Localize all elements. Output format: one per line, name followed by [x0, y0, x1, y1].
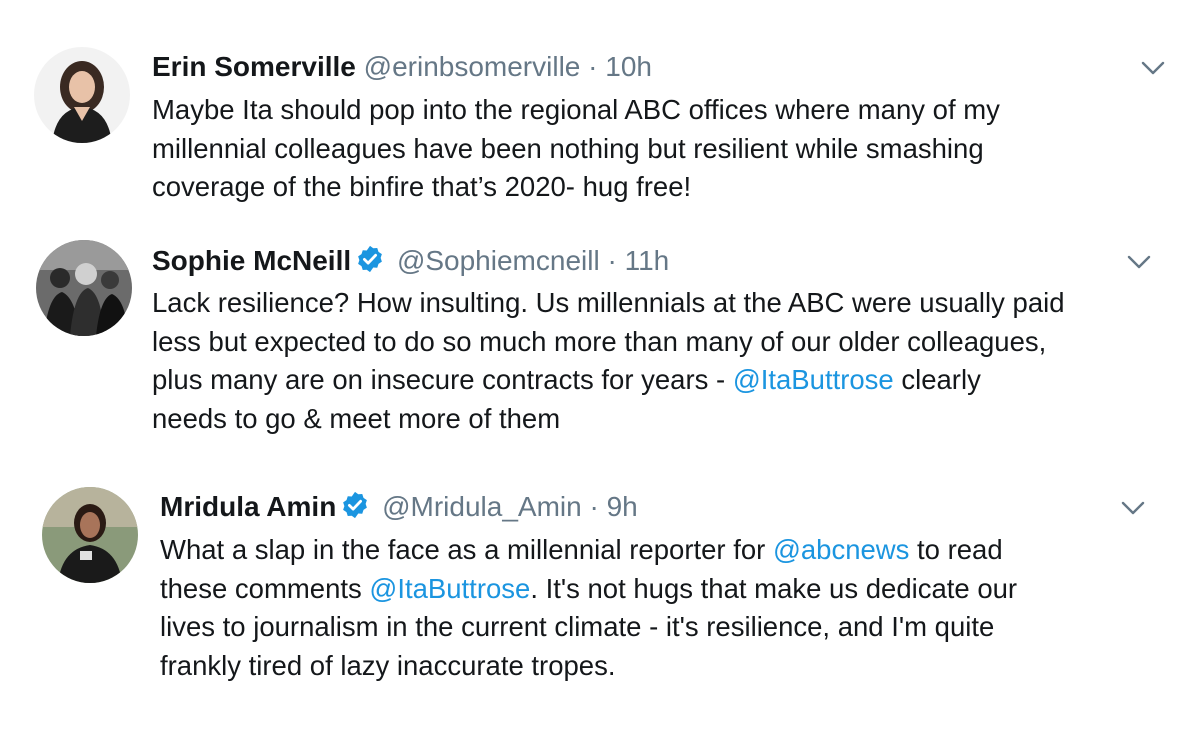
tweet-text: Maybe Ita should pop into the regional A… — [152, 91, 1000, 207]
tweet-text-line: coverage of the binfire that’s 2020- hug… — [152, 171, 692, 202]
tweet-text-segment: these comments — [160, 572, 370, 604]
avatar[interactable] — [42, 487, 138, 583]
separator: · — [607, 245, 617, 276]
tweet-text-segment: What a slap in the face as a millennial … — [160, 534, 773, 565]
tweet-text-segment: . It's not hugs that make us dedicate ou… — [530, 572, 1018, 604]
tweet-text-line: these comments @ItaButtrose. It's not hu… — [160, 570, 1017, 609]
tweet-text-line: less but expected to do so much more tha… — [152, 325, 1047, 357]
separator: · — [588, 51, 598, 82]
tweet-text-line: plus many are on insecure contracts for … — [152, 361, 1065, 400]
display-name[interactable]: Mridula Amin — [160, 491, 336, 522]
mention-link[interactable]: @abcnews — [773, 534, 909, 565]
display-name[interactable]: Sophie McNeill — [152, 245, 351, 276]
verified-badge-icon — [340, 490, 370, 528]
tweet-text-line: millennial colleagues have been nothing … — [152, 132, 984, 164]
user-handle[interactable]: @Mridula_Amin — [382, 491, 582, 522]
tweet-text-line: What a slap in the face as a millennial … — [160, 531, 1017, 570]
tweet-text-segment: to read — [909, 534, 1003, 565]
tweet-text-segment: clearly — [893, 364, 981, 395]
tweet-header: Erin Somerville @erinbsomerville · 10h — [152, 50, 652, 84]
tweet-text-line: Lack resilience? How insulting. Us mille… — [152, 287, 1065, 318]
display-name[interactable]: Erin Somerville — [152, 51, 356, 82]
chevron-down-icon[interactable] — [1140, 60, 1166, 76]
chevron-down-icon[interactable] — [1120, 500, 1146, 516]
mention-link[interactable]: @ItaButtrose — [733, 364, 894, 395]
tweet-header: Sophie McNeill @Sophiemcneill · 11h — [152, 244, 669, 282]
user-handle[interactable]: @Sophiemcneill — [397, 245, 600, 276]
tweet-text: Lack resilience? How insulting. Us mille… — [152, 284, 1065, 438]
tweet-text-segment: plus many are on insecure contracts for … — [152, 364, 733, 395]
verified-badge-icon — [355, 244, 385, 282]
user-handle[interactable]: @erinbsomerville — [364, 51, 581, 82]
tweet-text-line: Maybe Ita should pop into the regional A… — [152, 94, 1000, 125]
tweet-text-line: frankly tired of lazy inaccurate tropes. — [160, 649, 616, 681]
chevron-down-icon[interactable] — [1126, 254, 1152, 270]
tweet-text-line: lives to journalism in the current clima… — [160, 611, 995, 642]
avatar[interactable] — [36, 240, 132, 336]
tweet-text: What a slap in the face as a millennial … — [160, 531, 1017, 685]
separator: · — [589, 491, 599, 522]
mention-link[interactable]: @ItaButtrose — [369, 573, 530, 604]
tweet-text-line: needs to go & meet more of them — [152, 402, 561, 434]
timestamp[interactable]: 9h — [607, 491, 638, 522]
avatar[interactable] — [34, 47, 130, 143]
tweet-header: Mridula Amin @Mridula_Amin · 9h — [160, 490, 638, 528]
timestamp[interactable]: 10h — [605, 51, 652, 82]
timestamp[interactable]: 11h — [625, 245, 670, 276]
